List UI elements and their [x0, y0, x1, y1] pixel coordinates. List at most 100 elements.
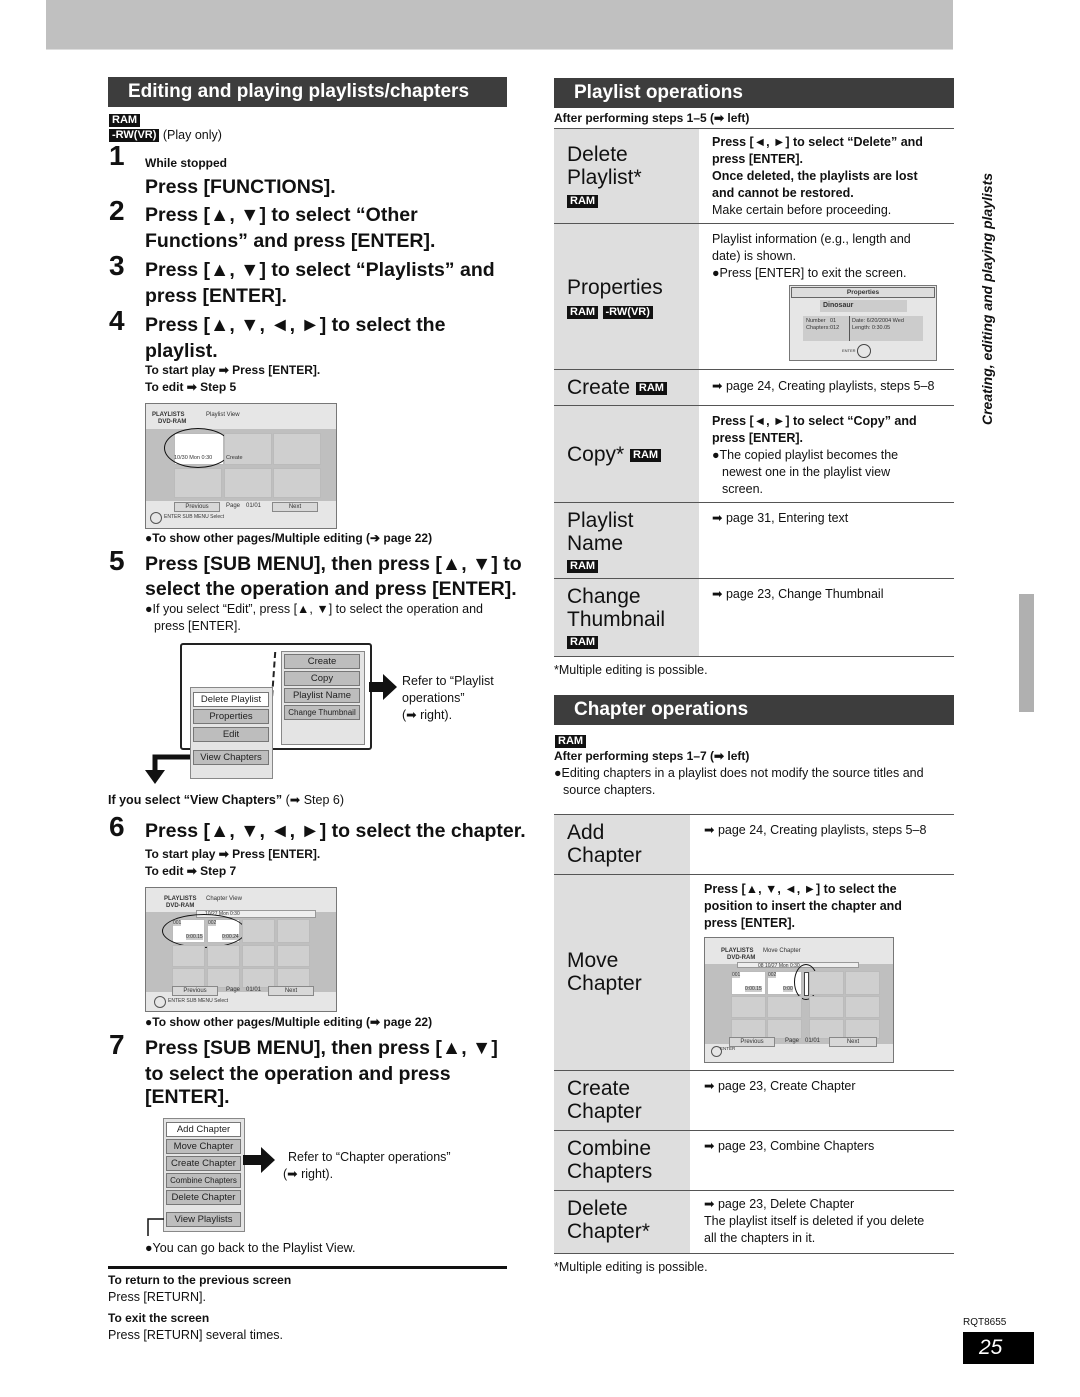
- step-6-sub-2: To edit ➡ Step 7: [145, 864, 237, 878]
- previous-button: Previous: [172, 986, 218, 996]
- step-3-number: 3: [109, 250, 125, 281]
- menu-item-playlist-name[interactable]: Playlist Name: [284, 688, 360, 703]
- screen-footer: ENTER SUB MENU Select: [164, 514, 225, 520]
- enter-dial-icon: [154, 996, 166, 1008]
- row-desc: Press [◄, ►] to select “Delete” and: [712, 135, 923, 149]
- menu-item-create-chapter[interactable]: Create Chapter: [166, 1156, 241, 1171]
- page-value: 01/01: [246, 987, 262, 993]
- after-steps-1-7: After performing steps 1–7 (➡ left): [554, 749, 750, 763]
- row-desc: ➡ page 23, Change Thumbnail: [712, 587, 884, 601]
- chapter-1-time: 0:00.15: [745, 986, 762, 992]
- row-desc: all the chapters in it.: [704, 1231, 816, 1245]
- screen-disc: DVD-RAM: [727, 955, 756, 961]
- refer-playlist-3: (➡ right).: [402, 708, 453, 722]
- step-4-sub-1: To start play ➡ Press [ENTER].: [145, 363, 321, 377]
- row-name: Change: [567, 585, 641, 608]
- chapter-2-num: 002: [768, 972, 777, 978]
- side-section-label: Creating, editing and playing playlists: [972, 168, 1002, 430]
- menu-item-add-chapter[interactable]: Add Chapter: [166, 1122, 241, 1137]
- ram-badge-label: RAM: [567, 560, 599, 574]
- row-name: Chapter: [567, 1100, 642, 1123]
- date-value: Date: 6/20/2004 Wed: [852, 318, 904, 324]
- tile: [224, 468, 272, 498]
- step-1-pre: While stopped: [145, 156, 227, 170]
- doc-code: RQT8655: [963, 1317, 1007, 1328]
- number-label: Number: [806, 318, 826, 324]
- screen-view-name: Playlist View: [206, 412, 240, 418]
- menu-item-delete-playlist[interactable]: Delete Playlist: [193, 692, 269, 707]
- step-2-text-2: Functions” and press [ENTER].: [145, 230, 436, 252]
- menu-item-view-playlists[interactable]: View Playlists: [166, 1212, 241, 1227]
- row-desc: ●Press [ENTER] to exit the screen.: [712, 266, 907, 280]
- row-desc: Press [◄, ►] to select “Copy” and: [712, 414, 917, 428]
- tile: [767, 1019, 802, 1039]
- menu-item-view-chapters[interactable]: View Chapters: [193, 750, 269, 765]
- ram-badge: RAM: [567, 306, 599, 320]
- bracket-connector: [147, 1218, 164, 1236]
- row-move-chapter: Move Chapter Press [▲, ▼, ◄, ►] to selec…: [554, 874, 954, 1071]
- row-name: Add: [567, 821, 605, 844]
- row-create: Create RAM ➡ page 24, Creating playlists…: [554, 369, 954, 406]
- screen-footer: ENTER: [720, 1046, 736, 1051]
- tile: [242, 968, 275, 988]
- row-name: Chapters: [567, 1160, 653, 1183]
- screen-disc: DVD-RAM: [166, 903, 195, 909]
- chapters-label: Chapters:: [806, 325, 830, 331]
- row-desc: ➡ page 24, Creating playlists, steps 5–8: [704, 823, 927, 837]
- screen-title: PLAYLISTS: [164, 896, 197, 902]
- ram-badge: RAM: [567, 558, 599, 576]
- tile-caption: Create: [226, 455, 243, 461]
- menu-item-change-thumbnail[interactable]: Change Thumbnail: [284, 705, 360, 720]
- row-desc: date) is shown.: [712, 249, 797, 263]
- playlist-name: Dinosaur: [820, 300, 907, 312]
- enter-label: ENTER: [842, 348, 856, 353]
- if-view-chapters-rest: (➡ Step 6): [282, 793, 345, 807]
- ram-badge: RAM: [567, 193, 599, 211]
- row-name: Chapter*: [567, 1220, 650, 1243]
- step-6-number: 6: [109, 811, 125, 842]
- row-desc: screen.: [722, 482, 763, 496]
- step-5-note-2: press [ENTER].: [154, 619, 241, 633]
- go-back-note: ●You can go back to the Playlist View.: [145, 1241, 356, 1255]
- tile: [845, 996, 880, 1018]
- screen-title: PLAYLISTS: [152, 412, 185, 418]
- menu-item-edit[interactable]: Edit: [193, 727, 269, 742]
- step-5-note-1: ●If you select “Edit”, press [▲, ▼] to s…: [145, 602, 484, 616]
- row-desc: press [ENTER].: [712, 152, 803, 166]
- page-label: Page: [226, 987, 241, 993]
- if-view-chapters: If you select “View Chapters” (➡ Step 6): [108, 792, 344, 807]
- page-label: Page: [785, 1038, 800, 1044]
- chapter-1-num: 001: [732, 972, 741, 978]
- row-name: Chapter: [567, 972, 642, 995]
- step-3-text-2: press [ENTER].: [145, 285, 287, 307]
- menu-item-create[interactable]: Create: [284, 654, 360, 669]
- row-name: Delete: [567, 143, 628, 166]
- divider: [108, 1266, 507, 1269]
- tile: [809, 971, 844, 995]
- row-name: Create: [567, 1077, 631, 1100]
- page-number: 25: [963, 1332, 1034, 1364]
- step-5-text-2: select the operation and press [ENTER].: [145, 578, 517, 600]
- menu-item-combine-chapters[interactable]: Combine Chapters: [166, 1173, 241, 1188]
- selection-circle: [164, 428, 232, 468]
- row-add-chapter: Add Chapter ➡ page 24, Creating playlist…: [554, 814, 954, 875]
- step-2-number: 2: [109, 195, 125, 226]
- next-button: Next: [268, 986, 314, 996]
- menu-item-move-chapter[interactable]: Move Chapter: [166, 1139, 241, 1154]
- ram-badge: RAM: [567, 634, 599, 652]
- row-desc: and cannot be restored.: [712, 186, 854, 200]
- menu-item-delete-chapter[interactable]: Delete Chapter: [166, 1190, 241, 1205]
- step-7-text-1: Press [SUB MENU], then press [▲, ▼]: [145, 1037, 498, 1059]
- refer-chapter-1: Refer to “Chapter operations”: [288, 1150, 451, 1164]
- menu-item-copy[interactable]: Copy: [284, 671, 360, 686]
- step-6-sub-1: To start play ➡ Press [ENTER].: [145, 847, 321, 861]
- selection-circle: [162, 914, 246, 948]
- multiple-editing-note-1: *Multiple editing is possible.: [554, 663, 708, 677]
- step-5-text-1: Press [SUB MENU], then press [▲, ▼] to: [145, 553, 522, 575]
- menu-item-properties[interactable]: Properties: [193, 709, 269, 724]
- row-desc: ➡ page 23, Create Chapter: [704, 1079, 856, 1093]
- row-desc: newest one in the playlist view: [722, 465, 891, 479]
- row-name: Properties: [567, 276, 663, 299]
- ram-badge: RAM: [635, 381, 667, 395]
- row-name: Playlist*: [567, 166, 642, 189]
